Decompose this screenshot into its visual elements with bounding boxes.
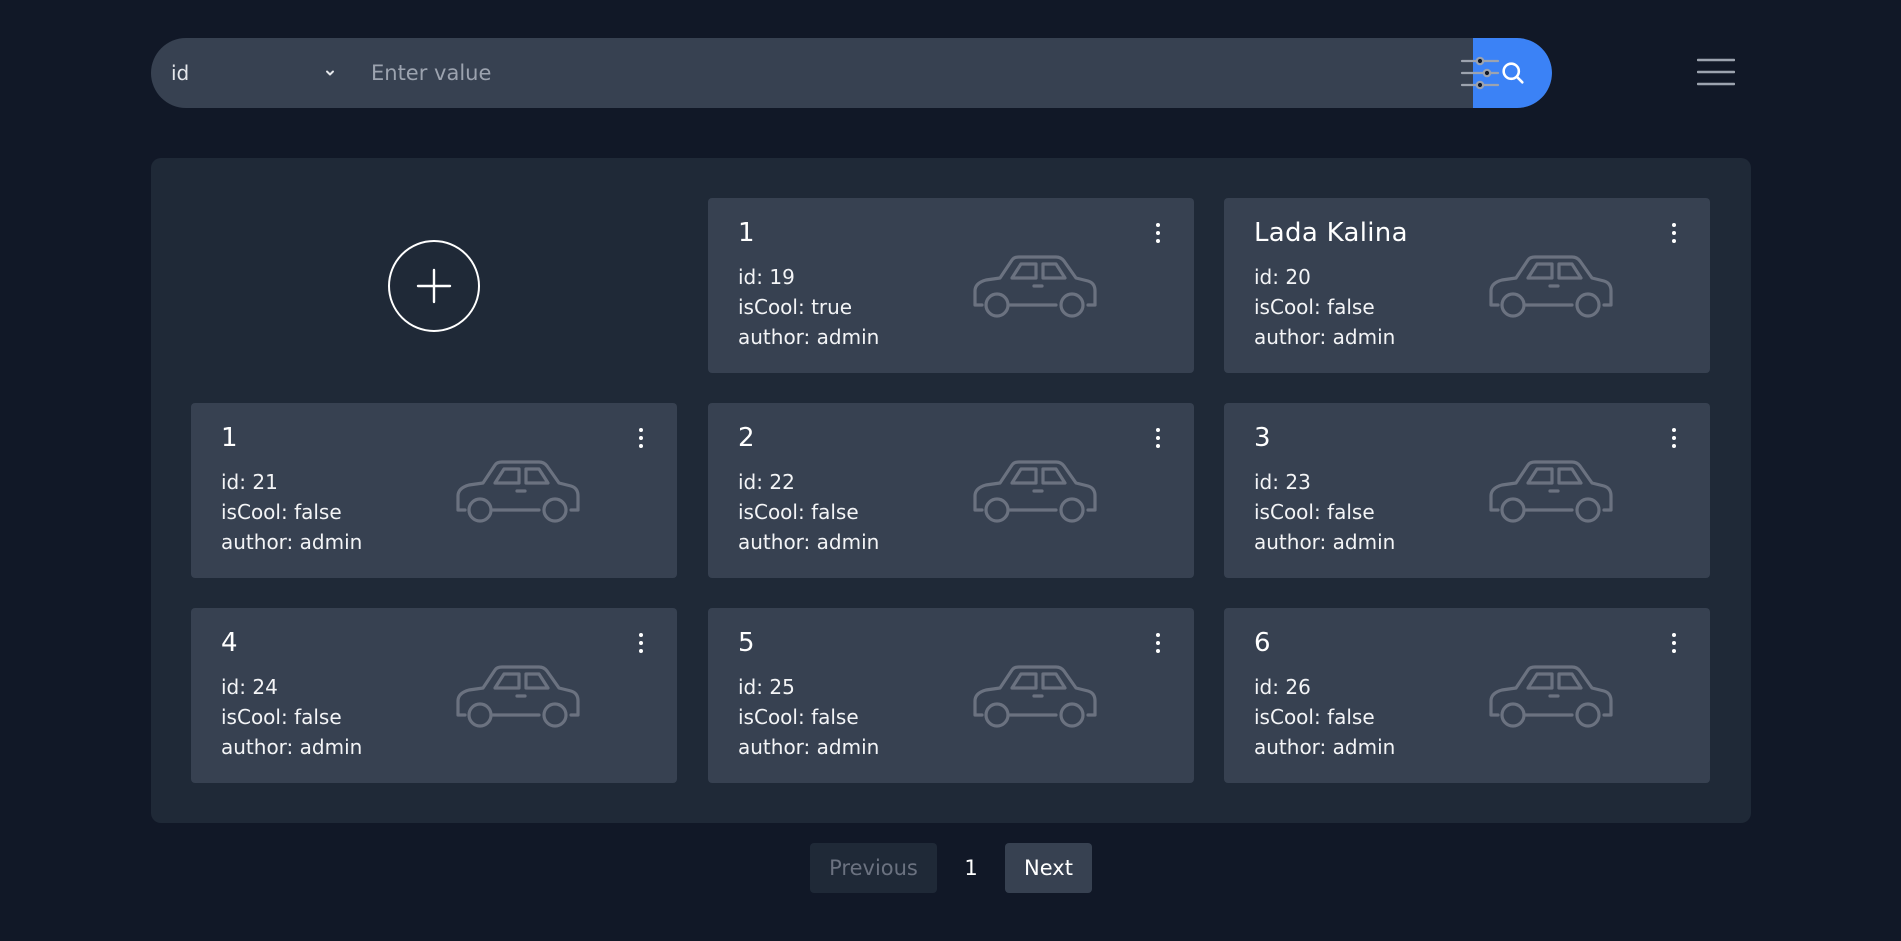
card-title: 3 [1254, 423, 1271, 453]
card-id: id: 19 [738, 265, 795, 289]
chevron-down-icon [326, 70, 334, 76]
card-id: id: 23 [1254, 470, 1311, 494]
card-is-cool: isCool: true [738, 295, 853, 319]
car-card[interactable]: 2 id: 22 isCool: false author: admin [708, 403, 1194, 578]
card-author: author: admin [738, 530, 880, 554]
car-icon [1489, 665, 1613, 728]
menu-button[interactable] [1696, 52, 1736, 92]
car-icon [973, 255, 1097, 318]
car-icon [456, 460, 580, 523]
card-menu-button[interactable] [1666, 425, 1682, 451]
car-icon [1489, 255, 1613, 318]
card-title: 1 [221, 423, 238, 453]
field-select[interactable]: id [171, 38, 334, 108]
more-vertical-icon [1156, 428, 1160, 448]
card-author: author: admin [738, 735, 880, 759]
car-card[interactable]: 5 id: 25 isCool: false author: admin [708, 608, 1194, 783]
cards-panel: 1 id: 19 isCool: true author: admin Lada… [151, 158, 1751, 823]
card-is-cool: isCool: false [1254, 705, 1375, 729]
card-is-cool: isCool: false [738, 500, 859, 524]
card-menu-button[interactable] [1666, 630, 1682, 656]
card-id: id: 25 [738, 675, 795, 699]
search-container: id [151, 38, 1552, 108]
card-id: id: 20 [1254, 265, 1311, 289]
card-menu-button[interactable] [1150, 630, 1166, 656]
card-menu-button[interactable] [633, 425, 649, 451]
field-select-value: id [171, 61, 190, 85]
card-author: author: admin [1254, 325, 1396, 349]
car-icon [973, 460, 1097, 523]
add-card-slot [191, 198, 677, 373]
card-author: author: admin [738, 325, 880, 349]
card-id: id: 21 [221, 470, 278, 494]
sliders-icon [1460, 56, 1500, 90]
card-title: 5 [738, 628, 755, 658]
plus-circle-icon [416, 268, 452, 303]
card-is-cool: isCool: false [1254, 295, 1375, 319]
card-menu-button[interactable] [633, 630, 649, 656]
more-vertical-icon [1672, 223, 1676, 243]
previous-button[interactable]: Previous [810, 843, 937, 893]
more-vertical-icon [639, 428, 643, 448]
car-icon [973, 665, 1097, 728]
car-card[interactable]: 1 id: 21 isCool: false author: admin [191, 403, 677, 578]
card-title: 1 [738, 218, 755, 248]
card-menu-button[interactable] [1150, 425, 1166, 451]
card-author: author: admin [1254, 735, 1396, 759]
card-id: id: 26 [1254, 675, 1311, 699]
car-card[interactable]: 1 id: 19 isCool: true author: admin [708, 198, 1194, 373]
card-title: 4 [221, 628, 238, 658]
card-title: 6 [1254, 628, 1271, 658]
search-input[interactable] [371, 38, 1471, 108]
card-is-cool: isCool: false [738, 705, 859, 729]
page-number[interactable]: 1 [957, 843, 985, 893]
more-vertical-icon [1156, 633, 1160, 653]
card-is-cool: isCool: false [1254, 500, 1375, 524]
car-card[interactable]: 3 id: 23 isCool: false author: admin [1224, 403, 1710, 578]
hamburger-menu-icon [1697, 58, 1735, 86]
filter-button[interactable] [1456, 49, 1504, 97]
card-author: author: admin [221, 735, 363, 759]
card-menu-button[interactable] [1150, 220, 1166, 246]
card-is-cool: isCool: false [221, 500, 342, 524]
car-card[interactable]: Lada Kalina id: 20 isCool: false author:… [1224, 198, 1710, 373]
card-title: 2 [738, 423, 755, 453]
card-author: author: admin [221, 530, 363, 554]
card-id: id: 24 [221, 675, 278, 699]
search-bar: id [151, 38, 1552, 108]
car-card[interactable]: 6 id: 26 isCool: false author: admin [1224, 608, 1710, 783]
card-is-cool: isCool: false [221, 705, 342, 729]
pagination: Previous 1 Next [0, 843, 1901, 893]
more-vertical-icon [1672, 428, 1676, 448]
card-menu-button[interactable] [1666, 220, 1682, 246]
car-icon [456, 665, 580, 728]
card-author: author: admin [1254, 530, 1396, 554]
card-title: Lada Kalina [1254, 218, 1408, 248]
car-icon [1489, 460, 1613, 523]
more-vertical-icon [1672, 633, 1676, 653]
add-car-button[interactable] [388, 239, 480, 332]
next-button[interactable]: Next [1005, 843, 1092, 893]
car-card[interactable]: 4 id: 24 isCool: false author: admin [191, 608, 677, 783]
card-id: id: 22 [738, 470, 795, 494]
more-vertical-icon [639, 633, 643, 653]
more-vertical-icon [1156, 223, 1160, 243]
